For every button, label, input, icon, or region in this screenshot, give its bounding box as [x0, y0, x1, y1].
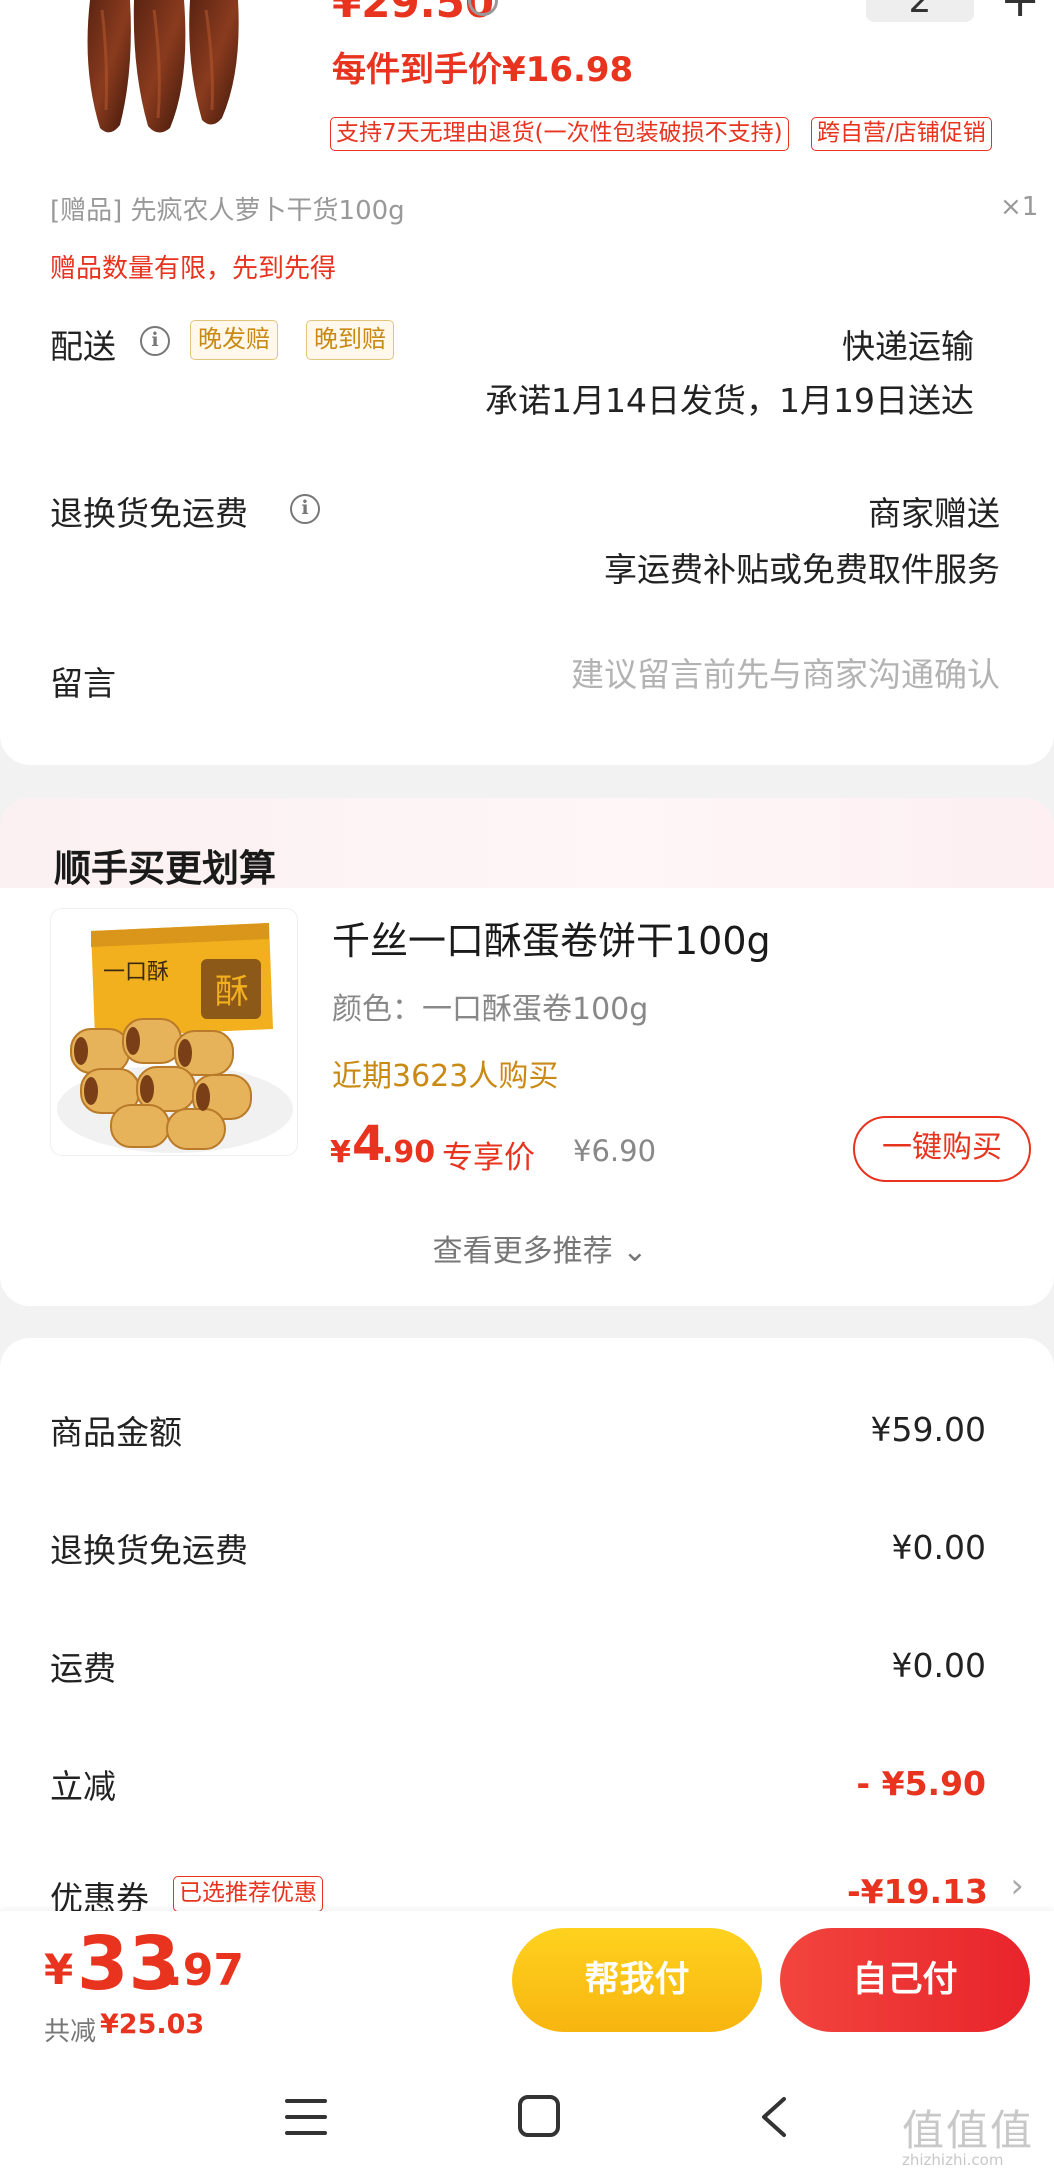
shipping-label: 配送 [50, 327, 116, 366]
recommended-product-name[interactable]: 千丝一口酥蛋卷饼干100g [332, 910, 771, 965]
delivery-promise: 承诺1月14日发货，1月19日送达 [485, 381, 974, 420]
total-saved-value: ¥25.03 [100, 2009, 205, 2040]
quantity-value[interactable]: 2 [866, 0, 974, 21]
back-icon[interactable] [758, 2095, 788, 2139]
return-fee-value: ¥0.00 [891, 1528, 986, 1567]
help-me-pay-button[interactable]: 帮我付 [512, 1928, 762, 2032]
unit-final-price: 每件到手价¥16.98 [332, 50, 634, 90]
total-integer: 33 [77, 1921, 180, 2007]
coupon-selected-tag: 已选推荐优惠 [173, 1876, 323, 1912]
gift-item: [赠品] 先疯农人萝卜干货100g [50, 196, 405, 226]
return-shipping-value: 商家赠送 [868, 494, 1000, 533]
recommended-product-sales: 近期3623人购买 [332, 1059, 559, 1094]
exclusive-price-label: 专享价 [442, 1140, 535, 1176]
svg-text:酥: 酥 [215, 972, 249, 1012]
original-price: ¥6.90 [573, 1134, 657, 1168]
recommended-price-integer: 4 [352, 1116, 386, 1172]
order-item-card: ¥29.50 2 + 每件到手价¥16.98 支持7天无理由退货(一次性包装破损… [0, 0, 1054, 765]
instant-discount-label: 立减 [50, 1767, 116, 1806]
watermark-url: zhizhizhi.com [902, 2151, 1004, 2169]
late-arrival-compensation-tag: 晚到赔 [306, 320, 394, 360]
return-shipping-detail: 享运费补贴或免费取件服务 [604, 550, 1000, 589]
cross-promo-tag: 跨自营/店铺促销 [811, 117, 992, 151]
one-click-buy-button[interactable]: 一键购买 [853, 1116, 1031, 1182]
return-shipping-label: 退换货免运费 [50, 494, 248, 533]
recommendation-title: 顺手买更划算 [54, 847, 276, 890]
total-decimal: .97 [166, 1945, 244, 1996]
message-input[interactable] [480, 655, 1000, 694]
recommended-price-currency: ¥ [330, 1135, 351, 1170]
shipping-fee-label: 运费 [50, 1649, 116, 1688]
goods-amount-label: 商品金额 [50, 1413, 182, 1452]
svg-text:一口酥: 一口酥 [103, 960, 169, 985]
system-navigation-bar: 值值值 zhizhizhi.com [0, 2059, 1054, 2180]
recommendation-card: 顺手买更划算 酥 一口酥 千丝一口酥蛋卷饼干100g 颜色：一口酥蛋卷100g … [0, 798, 1054, 1306]
shipping-fee-value: ¥0.00 [891, 1646, 986, 1685]
more-recommendations-link[interactable]: 查看更多推荐 ⌄ [0, 1226, 1054, 1270]
recommended-product-variant: 颜色：一口酥蛋卷100g [332, 992, 649, 1027]
shipping-method[interactable]: 快递运输 [842, 320, 974, 368]
checkout-bar: ¥ 33 .97 共减 ¥25.03 帮我付 自己付 [0, 1911, 1054, 2059]
chevron-right-icon[interactable]: › [1010, 1866, 1024, 1906]
shipping-info-icon[interactable]: i [140, 326, 170, 356]
instant-discount-value: - ¥5.90 [856, 1764, 986, 1803]
return-shipping-info-icon[interactable]: i [290, 494, 320, 524]
total-saved-label: 共减 [44, 2017, 97, 2047]
gift-notice: 赠品数量有限，先到先得 [50, 254, 337, 284]
recommended-price-decimal: .90 [382, 1135, 436, 1170]
late-ship-compensation-tag: 晚发赔 [190, 320, 278, 360]
return-fee-label: 退换货免运费 [50, 1531, 248, 1570]
message-label: 留言 [50, 664, 116, 703]
total-currency: ¥ [44, 1945, 74, 1994]
price-summary-card: 商品金额 ¥59.00 退换货免运费 ¥0.00 运费 ¥0.00 立减 - ¥… [0, 1338, 1054, 1938]
return-policy-tag: 支持7天无理由退货(一次性包装破损不支持) [330, 117, 789, 151]
home-icon[interactable] [518, 2095, 560, 2137]
product-image[interactable] [72, 0, 252, 138]
pay-myself-button[interactable]: 自己付 [780, 1928, 1030, 2032]
coupon-value[interactable]: -¥19.13 [847, 1872, 988, 1911]
goods-amount-value: ¥59.00 [870, 1410, 986, 1449]
menu-icon[interactable] [285, 2099, 327, 2137]
quantity-plus-button[interactable]: + [1000, 0, 1040, 28]
watermark-logo: 值值值 [902, 2106, 1035, 2155]
recommended-product-image[interactable]: 酥 一口酥 [50, 908, 298, 1156]
gift-quantity: ×1 [1000, 192, 1039, 222]
